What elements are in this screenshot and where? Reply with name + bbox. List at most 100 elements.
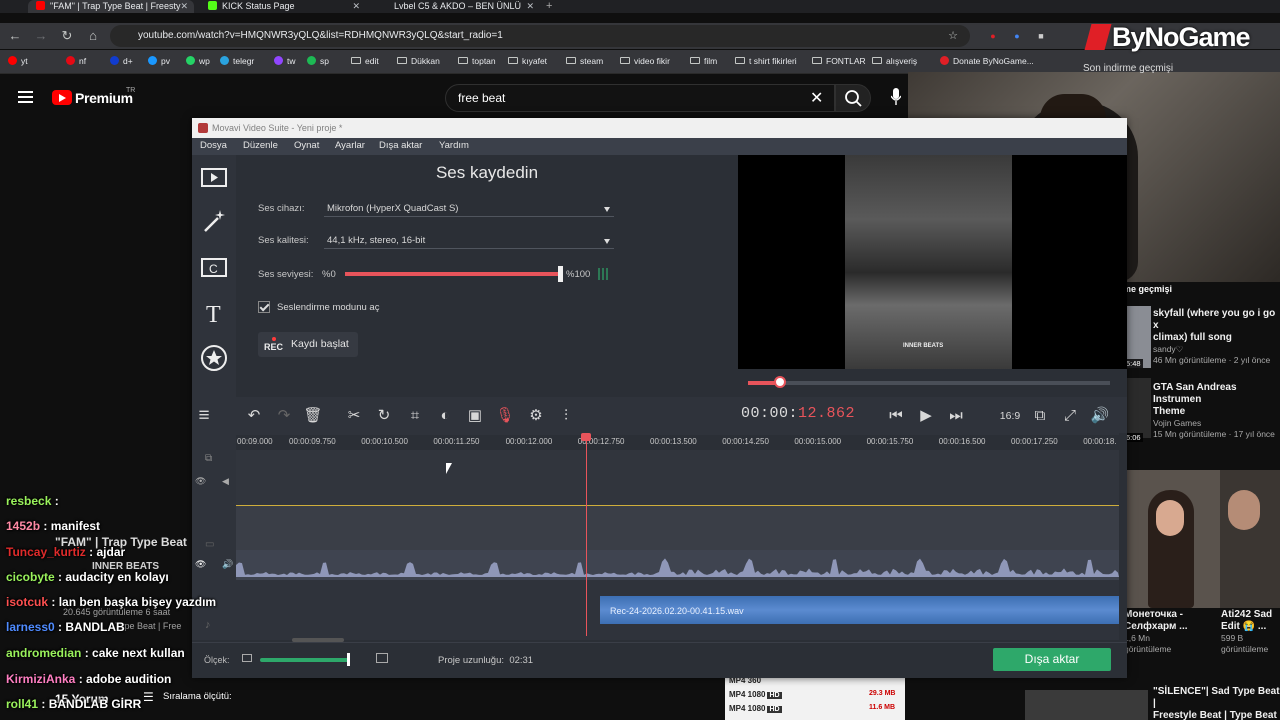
- timeline-ruler[interactable]: 00:09.000 00:00:09.750 00:00:10.500 00:00:1…: [236, 433, 1119, 450]
- youtube-search-input[interactable]: free beat: [445, 84, 835, 112]
- track-add-icon[interactable]: ⧉: [205, 453, 212, 464]
- bookmark-star-icon[interactable]: ☆: [944, 27, 962, 45]
- preview-scrubber-thumb[interactable]: [774, 376, 786, 388]
- bookmark-8[interactable]: edit: [351, 56, 379, 66]
- play-icon[interactable]: ▶: [916, 406, 936, 426]
- microphone-record-icon[interactable]: 🎙: [495, 406, 515, 426]
- zoom-slider-track[interactable]: [260, 658, 350, 662]
- bookmark-2[interactable]: d+: [110, 56, 133, 66]
- rotate-icon[interactable]: ↻: [374, 406, 394, 426]
- tab-fam-trap-beat[interactable]: "FAM" | Trap Type Beat | Freesty ✕: [28, 0, 194, 13]
- volume-icon[interactable]: 🔊: [1090, 406, 1110, 426]
- fullscreen-icon[interactable]: ⤢: [1060, 406, 1080, 426]
- level-slider-thumb[interactable]: [558, 266, 563, 282]
- mute-icon[interactable]: ◀: [222, 476, 229, 487]
- zoom-slider-thumb[interactable]: [347, 653, 350, 666]
- url-input[interactable]: youtube.com/watch?v=HMQNWR3yQLQ&list=RDH…: [110, 25, 970, 47]
- timeline-track-video[interactable]: [236, 505, 1119, 550]
- audio-mixer-icon[interactable]: ⫶: [556, 406, 576, 426]
- clear-search-icon[interactable]: ✕: [810, 88, 823, 108]
- bookmark-16[interactable]: FONTLAR: [812, 56, 866, 66]
- rec-item-skyfall[interactable]: skyfall (where you go i go x climax) ful…: [1153, 308, 1280, 366]
- crop-icon[interactable]: ⌗: [405, 406, 425, 426]
- bookmark-7[interactable]: sp: [307, 56, 329, 66]
- sort-label[interactable]: Sıralama ölçütü:: [163, 691, 232, 702]
- menu-oynat[interactable]: Oynat: [294, 140, 319, 151]
- menu-yardim[interactable]: Yardım: [439, 140, 469, 151]
- bookmark-5[interactable]: telegr: [220, 56, 254, 66]
- voiceover-checkbox[interactable]: [258, 301, 270, 313]
- toolbar-menu-icon[interactable]: ≡: [194, 406, 214, 426]
- timeline-track-empty[interactable]: [236, 450, 1119, 505]
- extension-icon[interactable]: ●: [984, 27, 1002, 45]
- youtube-logo-icon[interactable]: [52, 90, 72, 105]
- menu-icon[interactable]: [18, 91, 33, 103]
- bookmark-12[interactable]: steam: [566, 56, 603, 66]
- aspect-ratio-button[interactable]: 16:9: [996, 406, 1024, 426]
- reload-icon[interactable]: ↻: [58, 27, 76, 45]
- delete-icon[interactable]: 🗑: [303, 406, 323, 426]
- bookmark-13[interactable]: video fikir: [620, 56, 670, 66]
- redo-icon[interactable]: ↷: [274, 406, 294, 426]
- home-icon[interactable]: ⌂: [84, 27, 102, 45]
- start-recording-button[interactable]: REC Kaydı başlat: [258, 332, 358, 357]
- download-option[interactable]: MP4 1080 HD 29.3 MB: [729, 690, 895, 699]
- bookmark-17[interactable]: alışveriş: [872, 56, 917, 66]
- shorts-thumbnails[interactable]: [1120, 470, 1280, 608]
- tab-lvbel-c5[interactable]: Lvbel C5 & AKDO – BEN ÜNLÜ ✕: [374, 0, 540, 13]
- visibility-eye-icon[interactable]: 👁: [195, 476, 206, 487]
- sort-icon[interactable]: ☰: [143, 690, 154, 704]
- back-icon[interactable]: ←: [6, 27, 24, 45]
- bookmark-10[interactable]: toptan: [458, 56, 496, 66]
- bookmark-0[interactable]: yt: [8, 56, 28, 66]
- titles-icon[interactable]: T: [200, 298, 228, 326]
- extension-icon[interactable]: ●: [1008, 27, 1026, 45]
- download-option[interactable]: MP4 1080 HD 11.6 MB: [729, 704, 895, 713]
- media-import-icon[interactable]: [200, 163, 228, 191]
- bookmark-6[interactable]: tw: [274, 56, 296, 66]
- rec-item-silence[interactable]: "SİLENCE"| Sad Type Beat | Freestyle Bea…: [1153, 686, 1280, 720]
- previous-frame-icon[interactable]: ⏮: [886, 406, 906, 426]
- quality-select[interactable]: 44,1 kHz, stereo, 16-bit: [324, 233, 614, 249]
- menu-disa-aktar[interactable]: Dışa aktar: [379, 140, 422, 151]
- bookmark-1[interactable]: nf: [66, 56, 86, 66]
- menu-ayarlar[interactable]: Ayarlar: [335, 140, 365, 151]
- transitions-icon[interactable]: C: [200, 253, 228, 281]
- tab-kick-status[interactable]: KICK Status Page ✕: [200, 0, 366, 13]
- visibility-eye-icon[interactable]: 👁: [195, 559, 206, 570]
- bookmark-9[interactable]: Dükkan: [397, 56, 440, 66]
- rec-thumbnail[interactable]: [1123, 378, 1151, 438]
- level-slider-track[interactable]: [345, 272, 560, 276]
- magic-wand-icon[interactable]: [200, 207, 228, 235]
- short-item-monetochka[interactable]: Монеточка - Селфхарм ... 1,6 Mn görüntül…: [1124, 609, 1206, 655]
- rec-thumbnail[interactable]: [1025, 690, 1148, 720]
- close-tab-icon[interactable]: ✕: [526, 0, 534, 12]
- next-frame-icon[interactable]: ⏭: [946, 406, 966, 426]
- export-button[interactable]: Dışa aktar: [993, 648, 1111, 671]
- settings-gear-icon[interactable]: ⚙: [526, 406, 546, 426]
- bookmark-15[interactable]: t shirt fikirleri: [735, 56, 797, 66]
- undo-icon[interactable]: ↶: [244, 406, 264, 426]
- voice-search-icon[interactable]: [891, 88, 901, 106]
- bookmark-4[interactable]: wp: [186, 56, 210, 66]
- close-tab-icon[interactable]: ✕: [352, 0, 360, 12]
- cut-icon[interactable]: ✂: [344, 406, 364, 426]
- bookmark-14[interactable]: film: [690, 56, 717, 66]
- zoom-out-icon[interactable]: [242, 654, 252, 662]
- menu-duzenle[interactable]: Düzenle: [243, 140, 278, 151]
- rec-item-gta[interactable]: GTA San Andreas Instrumen Theme Vojin Ga…: [1153, 382, 1280, 440]
- forward-icon[interactable]: →: [32, 27, 50, 45]
- bookmark-3[interactable]: pv: [148, 56, 170, 66]
- close-tab-icon[interactable]: ✕: [180, 0, 188, 12]
- search-button[interactable]: [835, 84, 871, 112]
- mute-icon[interactable]: 🔊: [222, 559, 233, 570]
- color-adjust-icon[interactable]: ◐: [435, 406, 455, 426]
- stickers-icon[interactable]: [200, 344, 228, 372]
- detach-preview-icon[interactable]: ⧉: [1030, 406, 1050, 426]
- device-select[interactable]: Mikrofon (HyperX QuadCast S): [324, 201, 614, 217]
- zoom-in-icon[interactable]: [376, 653, 388, 663]
- bookmark-18[interactable]: Donate ByNoGame...: [940, 56, 1034, 66]
- preview-scrubber-track[interactable]: [748, 381, 1110, 385]
- menu-dosya[interactable]: Dosya: [200, 140, 227, 151]
- new-tab-button[interactable]: +: [546, 0, 560, 13]
